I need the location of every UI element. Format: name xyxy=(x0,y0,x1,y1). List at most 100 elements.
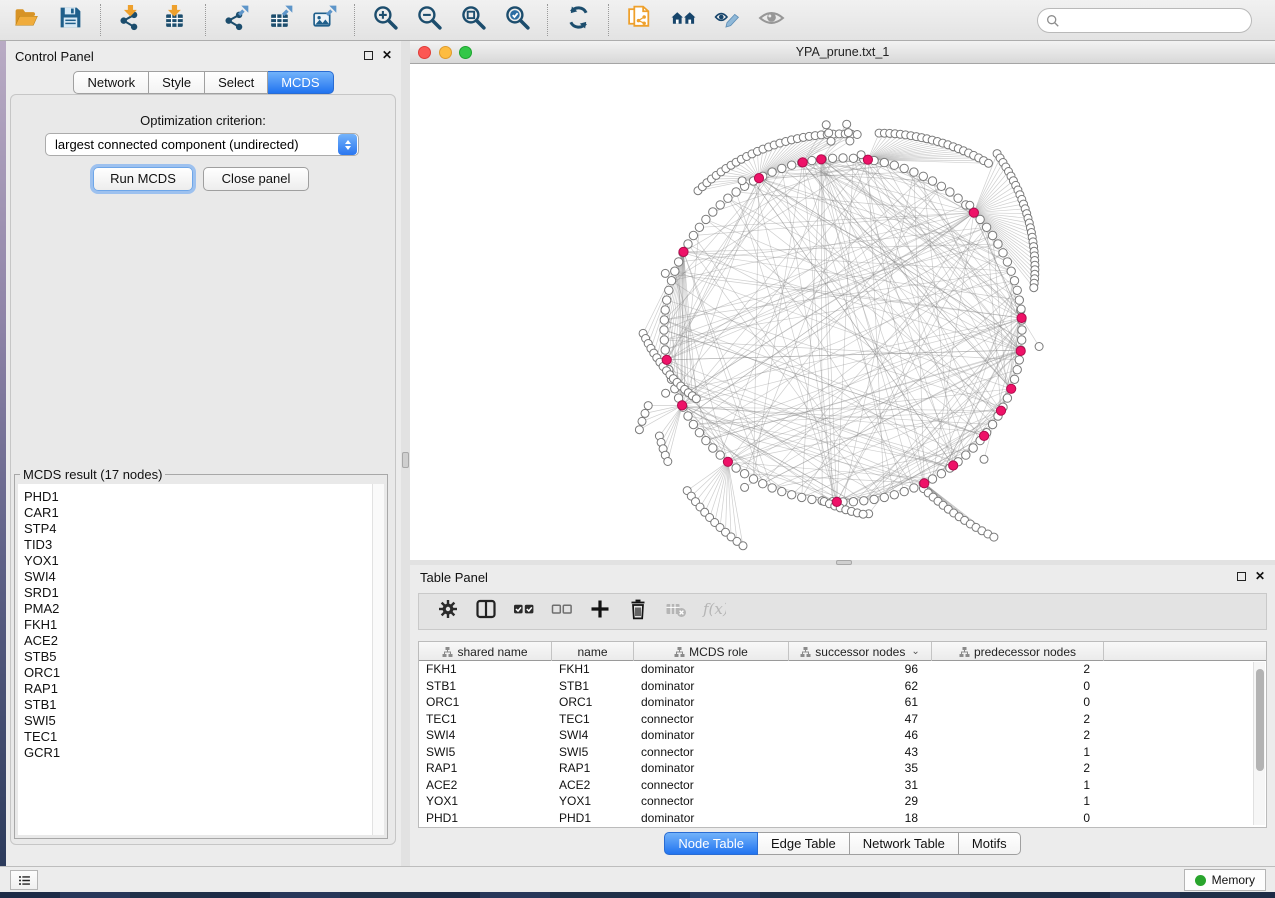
memory-label: Memory xyxy=(1212,873,1255,887)
delete-column-button[interactable] xyxy=(625,599,651,625)
float-panel-icon[interactable] xyxy=(1237,572,1246,581)
tab-style[interactable]: Style xyxy=(149,71,205,94)
column-header-label: shared name xyxy=(457,645,527,659)
show-panels-button[interactable] xyxy=(10,870,38,890)
deselect-all-button[interactable] xyxy=(549,599,575,625)
column-header-shared-name[interactable]: shared name xyxy=(419,642,552,661)
list-item[interactable]: CAR1 xyxy=(18,505,384,521)
cell-name: SWI4 xyxy=(552,727,634,744)
export-table-button[interactable] xyxy=(265,5,295,35)
table-scrollbar[interactable] xyxy=(1253,662,1265,825)
first-neighbors-button[interactable] xyxy=(668,5,698,35)
clone-network-button[interactable] xyxy=(624,5,654,35)
list-item[interactable]: SRD1 xyxy=(18,585,384,601)
table-row[interactable]: RAP1RAP1dominator352 xyxy=(419,760,1266,777)
table-row[interactable]: TEC1TEC1connector472 xyxy=(419,711,1266,728)
mcds-result-scrollbar[interactable] xyxy=(372,484,384,835)
cell-name: RAP1 xyxy=(552,760,634,777)
tab-node-table[interactable]: Node Table xyxy=(664,832,758,855)
list-item[interactable]: YOX1 xyxy=(18,553,384,569)
cell-name: ACE2 xyxy=(552,777,634,794)
show-all-button[interactable] xyxy=(756,5,786,35)
list-item[interactable]: GCR1 xyxy=(18,745,384,761)
memory-button[interactable]: Memory xyxy=(1184,869,1266,891)
add-column-button[interactable] xyxy=(587,599,613,625)
list-item[interactable]: SWI5 xyxy=(18,713,384,729)
select-all-button[interactable] xyxy=(511,599,537,625)
zoom-selected-button[interactable] xyxy=(502,5,532,35)
scrollbar-thumb[interactable] xyxy=(1256,669,1264,771)
tab-edge-table[interactable]: Edge Table xyxy=(758,832,850,855)
cell-shared_name: SWI4 xyxy=(419,727,552,744)
table-row[interactable]: PHD1PHD1dominator180 xyxy=(419,810,1266,827)
tab-network[interactable]: Network xyxy=(73,71,149,94)
hide-selected-button[interactable] xyxy=(712,5,742,35)
optimization-criterion-select[interactable]: largest connected component (undirected) xyxy=(45,133,359,156)
import-network-button[interactable] xyxy=(116,5,146,35)
cell-name: ORC1 xyxy=(552,694,634,711)
close-panel-button[interactable]: Close panel xyxy=(203,167,309,191)
control-panel-tabs: NetworkStyleSelectMCDS xyxy=(6,71,401,94)
close-panel-icon[interactable]: ✕ xyxy=(1255,571,1265,582)
table-row[interactable]: ACE2ACE2connector311 xyxy=(419,777,1266,794)
toolbar-separator xyxy=(608,4,609,36)
open-file-icon xyxy=(13,4,40,36)
table-row[interactable]: YOX1YOX1connector291 xyxy=(419,793,1266,810)
column-header-mcds-role[interactable]: MCDS role xyxy=(634,642,789,661)
vertical-splitter[interactable] xyxy=(401,41,410,866)
cell-mcds_role: dominator xyxy=(634,678,789,695)
list-item[interactable]: ACE2 xyxy=(18,633,384,649)
node-table: shared name nameMCDS rolesuccessor nodes⌄… xyxy=(418,641,1267,828)
network-canvas[interactable] xyxy=(410,64,1275,560)
close-panel-icon[interactable]: ✕ xyxy=(382,50,392,61)
export-image-button[interactable] xyxy=(309,5,339,35)
network-search[interactable] xyxy=(1037,8,1252,33)
column-header-predecessor-nodes[interactable]: predecessor nodes xyxy=(932,642,1104,661)
network-window-titlebar: YPA_prune.txt_1 xyxy=(410,41,1275,64)
list-item[interactable]: TEC1 xyxy=(18,729,384,745)
list-item[interactable]: STP4 xyxy=(18,521,384,537)
column-header-name[interactable]: name xyxy=(552,642,634,661)
export-network-button[interactable] xyxy=(221,5,251,35)
delete-table-icon xyxy=(664,597,688,626)
control-panel: Control Panel ✕ NetworkStyleSelectMCDS O… xyxy=(6,41,401,866)
refresh-view-button[interactable] xyxy=(563,5,593,35)
column-header-successor-nodes[interactable]: successor nodes⌄ xyxy=(789,642,932,661)
float-panel-icon[interactable] xyxy=(364,51,373,60)
search-input[interactable] xyxy=(1065,14,1251,28)
tab-network-table[interactable]: Network Table xyxy=(850,832,959,855)
list-item[interactable]: STB1 xyxy=(18,697,384,713)
list-item[interactable]: FKH1 xyxy=(18,617,384,633)
run-mcds-button[interactable]: Run MCDS xyxy=(93,167,193,191)
list-item[interactable]: PHD1 xyxy=(18,489,384,505)
table-row[interactable]: SWI4SWI4dominator462 xyxy=(419,727,1266,744)
import-table-button[interactable] xyxy=(160,5,190,35)
mcds-result-list[interactable]: PHD1CAR1STP4TID3YOX1SWI4SRD1PMA2FKH1ACE2… xyxy=(18,484,384,835)
tab-select[interactable]: Select xyxy=(205,71,268,94)
list-item[interactable]: RAP1 xyxy=(18,681,384,697)
function-builder-button[interactable]: f(x) xyxy=(701,599,727,625)
zoom-out-button[interactable] xyxy=(414,5,444,35)
list-item[interactable]: TID3 xyxy=(18,537,384,553)
zoom-in-button[interactable] xyxy=(370,5,400,35)
zoom-fit-button[interactable] xyxy=(458,5,488,35)
table-row[interactable]: SWI5SWI5connector431 xyxy=(419,744,1266,761)
tab-motifs[interactable]: Motifs xyxy=(959,832,1021,855)
tab-mcds[interactable]: MCDS xyxy=(268,71,333,94)
save-session-button[interactable] xyxy=(55,5,85,35)
optimization-criterion-value: largest connected component (undirected) xyxy=(46,137,338,152)
table-row[interactable]: FKH1FKH1dominator962 xyxy=(419,661,1266,678)
table-row[interactable]: STB1STB1dominator620 xyxy=(419,678,1266,695)
open-file-button[interactable] xyxy=(11,5,41,35)
splitter-handle[interactable] xyxy=(402,452,409,468)
toggle-columns-button[interactable] xyxy=(473,599,499,625)
zoom-selected-icon xyxy=(504,4,531,36)
table-settings-button[interactable] xyxy=(435,599,461,625)
list-item[interactable]: SWI4 xyxy=(18,569,384,585)
toggle-columns-icon xyxy=(474,597,498,626)
list-item[interactable]: PMA2 xyxy=(18,601,384,617)
delete-table-button[interactable] xyxy=(663,599,689,625)
table-row[interactable]: ORC1ORC1dominator610 xyxy=(419,694,1266,711)
list-item[interactable]: ORC1 xyxy=(18,665,384,681)
list-item[interactable]: STB5 xyxy=(18,649,384,665)
